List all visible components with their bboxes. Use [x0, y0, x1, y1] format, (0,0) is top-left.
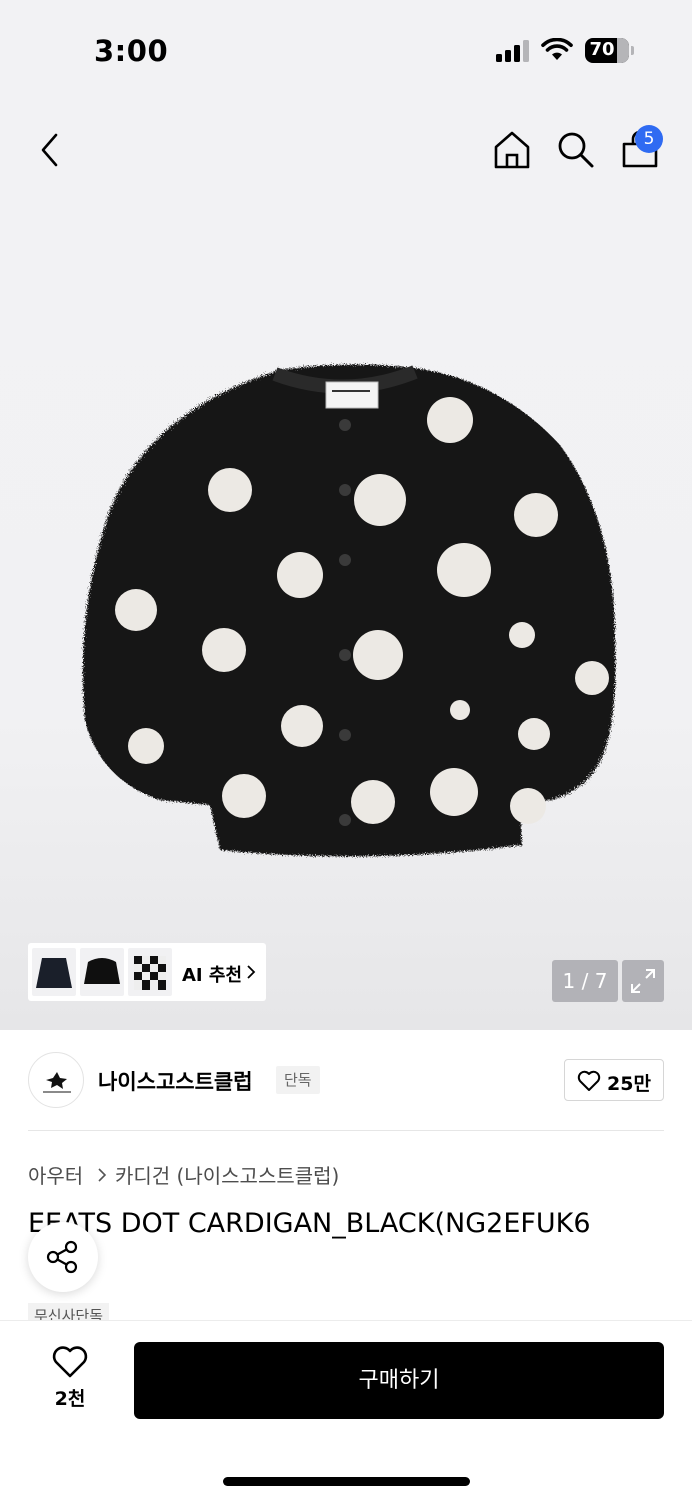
ai-thumb-sweater[interactable] — [80, 948, 124, 996]
cellular-signal-icon — [496, 40, 530, 62]
battery-icon: 70 — [585, 38, 629, 63]
expand-button[interactable] — [622, 960, 664, 1002]
cart-badge: 5 — [635, 125, 663, 153]
brand-logo[interactable] — [28, 1052, 84, 1108]
buy-button[interactable]: 구매하기 — [134, 1342, 664, 1419]
heart-icon — [577, 1070, 601, 1091]
divider — [28, 1130, 664, 1131]
ai-recommend-label: AI 추천 — [182, 965, 243, 986]
image-counter: 1 / 7 — [552, 960, 618, 1002]
expand-icon — [631, 969, 655, 993]
ai-thumb-cardigan[interactable] — [32, 948, 76, 996]
brand-like-count: 25만 — [607, 1073, 651, 1095]
share-icon — [46, 1240, 78, 1274]
battery-level: 70 — [589, 39, 615, 60]
chevron-right-icon — [98, 1168, 107, 1182]
breadcrumb-category[interactable]: 아우터 — [28, 1160, 83, 1189]
search-icon[interactable] — [556, 130, 596, 170]
status-time: 3:00 — [94, 34, 169, 68]
brand-name[interactable]: 나이스고스트클럽 — [98, 1066, 253, 1096]
breadcrumb-subcategory[interactable]: 카디건 (나이스고스트클럽) — [115, 1160, 339, 1189]
product-title: EEATS DOT CARDIGAN_BLACK(NG2EFUK6 — [28, 1208, 591, 1239]
share-button[interactable] — [28, 1222, 98, 1292]
wishlist-count: 2천 — [54, 1388, 86, 1410]
chevron-right-icon — [247, 965, 256, 979]
product-image[interactable] — [70, 360, 630, 870]
wishlist-heart-icon[interactable] — [51, 1345, 89, 1379]
home-indicator[interactable] — [223, 1477, 470, 1486]
ai-thumb-checker[interactable] — [128, 948, 172, 996]
exclusive-badge: 단독 — [276, 1066, 320, 1094]
home-icon[interactable] — [492, 130, 532, 170]
brand-like-button[interactable]: 25만 — [564, 1059, 664, 1101]
back-icon[interactable] — [38, 132, 62, 168]
ai-recommend-strip[interactable]: AI 추천 — [28, 943, 266, 1001]
wifi-icon — [541, 38, 573, 60]
